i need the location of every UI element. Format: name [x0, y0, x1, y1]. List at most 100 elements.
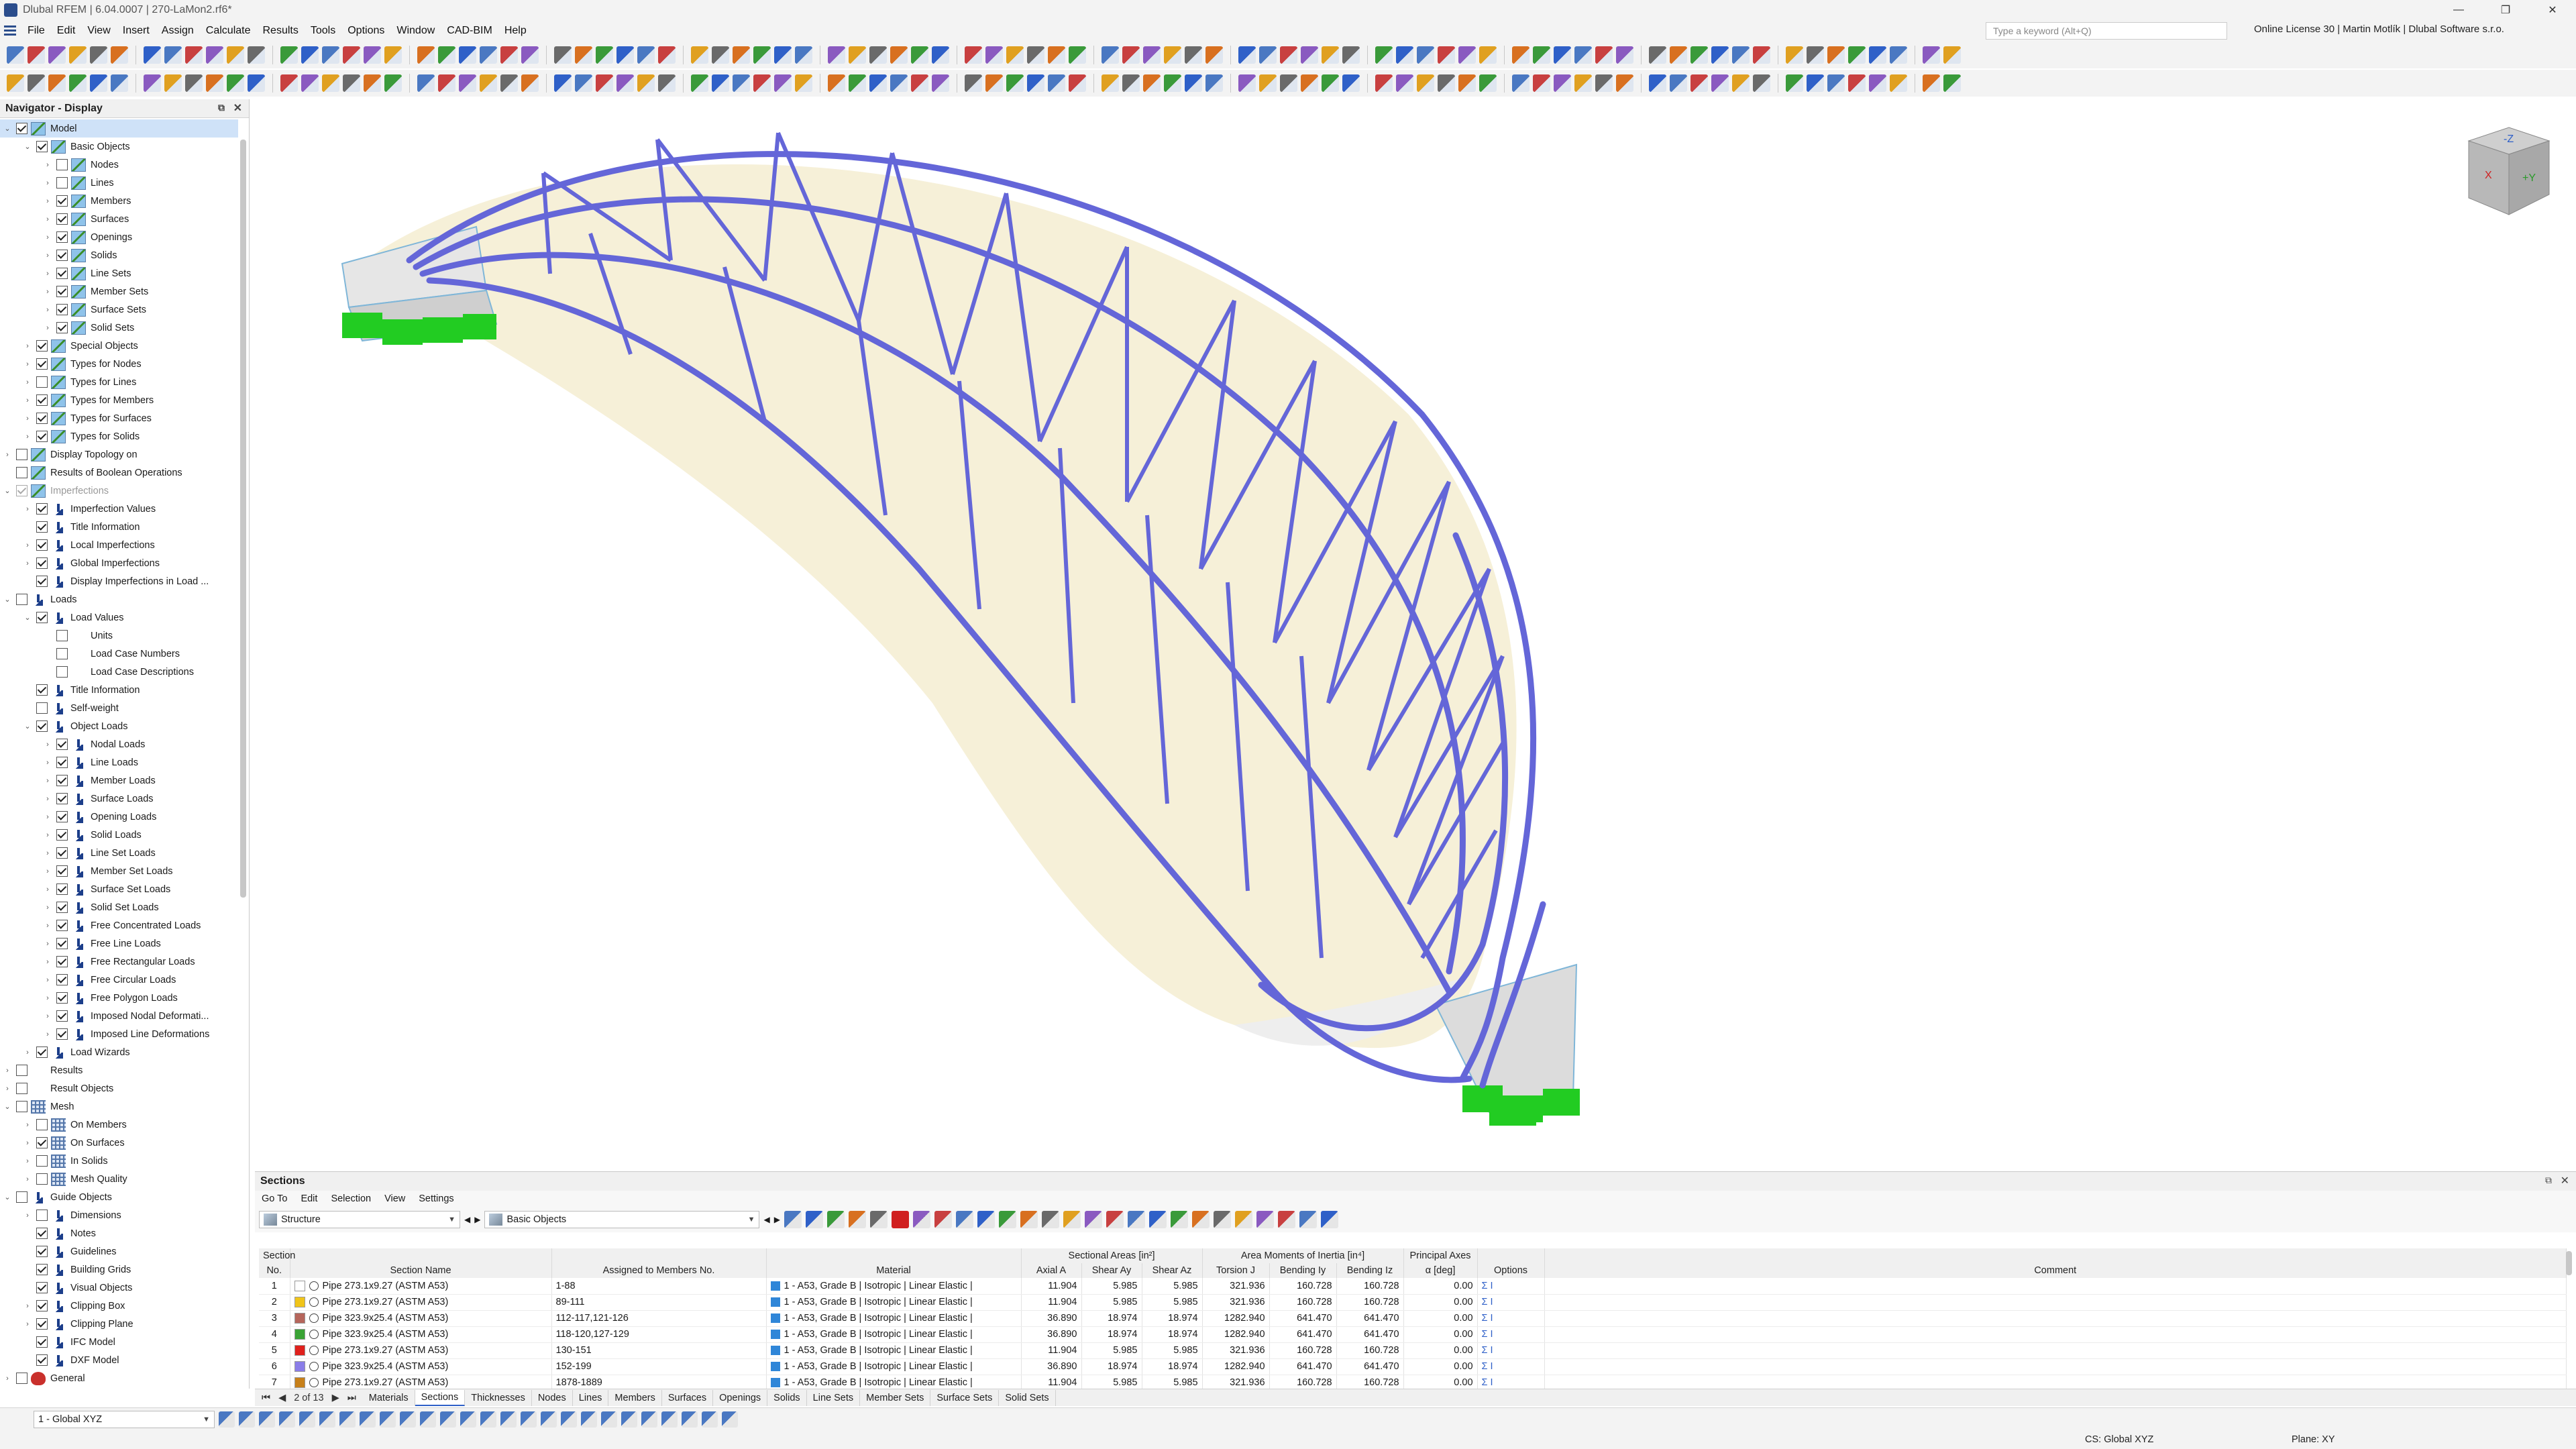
section-type-icon[interactable]: I — [1491, 1297, 1493, 1307]
toolbar-tool-icon[interactable] — [164, 74, 182, 92]
close-icon[interactable]: ✕ — [233, 101, 242, 115]
menu-assign[interactable]: Assign — [156, 25, 200, 37]
menu-edit[interactable]: Edit — [51, 25, 82, 37]
tree-item-free-line-loads[interactable]: ›Free Line Loads — [0, 934, 238, 953]
prev-object-icon[interactable]: ◀ — [763, 1215, 769, 1224]
delete-icon[interactable] — [892, 1211, 909, 1228]
visibility-checkbox[interactable] — [36, 539, 48, 551]
toolbar-tool-icon[interactable] — [438, 74, 455, 92]
toolbar-tool-icon[interactable] — [753, 46, 771, 64]
toolbar-tool-icon[interactable] — [1102, 74, 1119, 92]
tab-members[interactable]: Members — [608, 1390, 661, 1406]
table-tool-icon[interactable] — [1106, 1211, 1124, 1228]
toolbar-tool-icon[interactable] — [48, 46, 66, 64]
section-type-icon[interactable]: I — [1491, 1313, 1493, 1324]
toolbar-tool-icon[interactable] — [248, 74, 265, 92]
value-alpha[interactable]: 0.00 — [1403, 1358, 1477, 1375]
snap-tool-icon[interactable] — [722, 1411, 738, 1428]
snap-tool-icon[interactable] — [500, 1411, 517, 1428]
snap-tool-icon[interactable] — [480, 1411, 496, 1428]
tree-item-solid-set-loads[interactable]: ›Solid Set Loads — [0, 898, 238, 916]
section-name-cell[interactable]: Pipe 273.1x9.27 (ASTM A53) — [290, 1342, 551, 1358]
toolbar-tool-icon[interactable] — [869, 46, 887, 64]
sigma-icon[interactable]: Σ — [1482, 1377, 1488, 1388]
expand-icon[interactable]: › — [23, 1121, 32, 1129]
menu-file[interactable]: File — [21, 25, 51, 37]
tree-item-free-rectangular-loads[interactable]: ›Free Rectangular Loads — [0, 953, 238, 971]
expand-icon[interactable]: › — [43, 324, 52, 332]
toolbar-tool-icon[interactable] — [322, 74, 339, 92]
expand-icon[interactable]: › — [43, 813, 52, 821]
toolbar-tool-icon[interactable] — [1554, 74, 1571, 92]
toolbar-tool-icon[interactable] — [849, 46, 866, 64]
toolbar-tool-icon[interactable] — [521, 46, 539, 64]
toolbar-tool-icon[interactable] — [7, 46, 24, 64]
tree-item-dimensions[interactable]: ›Dimensions — [0, 1206, 238, 1224]
toolbar-tool-icon[interactable] — [301, 46, 319, 64]
value-j[interactable]: 1282.940 — [1202, 1310, 1269, 1326]
toolbar-tool-icon[interactable] — [795, 46, 812, 64]
snap-tool-icon[interactable] — [621, 1411, 637, 1428]
tree-item-basic-objects[interactable]: ⌄Basic Objects — [0, 138, 238, 156]
table-tool-icon[interactable] — [1020, 1211, 1038, 1228]
table-tool-icon[interactable] — [1278, 1211, 1295, 1228]
toolbar-tool-icon[interactable] — [637, 74, 655, 92]
expand-icon[interactable]: › — [43, 777, 52, 785]
tree-item-loads[interactable]: ⌄Loads — [0, 590, 238, 608]
tree-item-result-objects[interactable]: ›Result Objects — [0, 1079, 238, 1097]
expand-icon[interactable]: › — [43, 759, 52, 767]
visibility-checkbox[interactable] — [36, 1046, 48, 1058]
menu-window[interactable]: Window — [390, 25, 441, 37]
visibility-checkbox[interactable] — [56, 865, 68, 877]
visibility-checkbox[interactable] — [36, 576, 48, 587]
tree-item-special-objects[interactable]: ›Special Objects — [0, 337, 238, 355]
tree-item-member-loads[interactable]: ›Member Loads — [0, 771, 238, 790]
section-name-cell[interactable]: Pipe 273.1x9.27 (ASTM A53) — [290, 1294, 551, 1310]
tree-item-results-of-boolean-operations[interactable]: Results of Boolean Operations — [0, 464, 238, 482]
table-tool-icon[interactable] — [1042, 1211, 1059, 1228]
tab-surfaces[interactable]: Surfaces — [662, 1390, 713, 1406]
toolbar-tool-icon[interactable] — [1458, 74, 1476, 92]
expand-icon[interactable]: › — [43, 233, 52, 241]
value-iy[interactable]: 641.470 — [1269, 1358, 1336, 1375]
sigma-icon[interactable]: Σ — [1482, 1313, 1488, 1324]
value-j[interactable]: 1282.940 — [1202, 1326, 1269, 1342]
column-header[interactable]: Section Name — [290, 1263, 551, 1278]
visibility-checkbox[interactable] — [56, 974, 68, 985]
expand-icon[interactable]: › — [43, 867, 52, 875]
expand-icon[interactable]: › — [23, 396, 32, 405]
expand-icon[interactable]: › — [23, 1302, 32, 1310]
visibility-checkbox[interactable] — [16, 1101, 28, 1112]
visibility-checkbox[interactable] — [36, 1246, 48, 1257]
tree-item-on-surfaces[interactable]: ›On Surfaces — [0, 1134, 238, 1152]
toolbar-tool-icon[interactable] — [849, 74, 866, 92]
tree-item-title-information[interactable]: Title Information — [0, 681, 238, 699]
toolbar-tool-icon[interactable] — [1869, 46, 1886, 64]
value-az[interactable]: 18.974 — [1142, 1358, 1202, 1375]
toolbar-tool-icon[interactable] — [932, 46, 949, 64]
visibility-checkbox[interactable] — [36, 141, 48, 152]
value-j[interactable]: 321.936 — [1202, 1294, 1269, 1310]
structure-filter-select[interactable]: Structure ▼ — [259, 1211, 460, 1228]
tree-item-surface-sets[interactable]: ›Surface Sets — [0, 301, 238, 319]
toolbar-tool-icon[interactable] — [1122, 74, 1140, 92]
tree-item-solid-loads[interactable]: ›Solid Loads — [0, 826, 238, 844]
value-ay[interactable]: 5.985 — [1081, 1342, 1142, 1358]
tree-item-free-concentrated-loads[interactable]: ›Free Concentrated Loads — [0, 916, 238, 934]
tree-item-surfaces[interactable]: ›Surfaces — [0, 210, 238, 228]
snap-tool-icon[interactable] — [299, 1411, 315, 1428]
toolbar-tool-icon[interactable] — [691, 46, 708, 64]
material-cell[interactable]: 1 - A53, Grade B | Isotropic | Linear El… — [766, 1294, 1021, 1310]
snap-tool-icon[interactable] — [239, 1411, 255, 1428]
snap-tool-icon[interactable] — [561, 1411, 577, 1428]
table-row[interactable]: 4Pipe 323.9x25.4 (ASTM A53)118-120,127-1… — [259, 1326, 2567, 1342]
toolbar-tool-icon[interactable] — [1649, 74, 1666, 92]
tree-item-mesh[interactable]: ⌄Mesh — [0, 1097, 238, 1116]
visibility-checkbox[interactable] — [36, 394, 48, 406]
tab-nodes[interactable]: Nodes — [532, 1390, 573, 1406]
toolbar-tool-icon[interactable] — [1616, 46, 1633, 64]
sigma-icon[interactable]: Σ — [1482, 1361, 1488, 1372]
section-type-icon[interactable]: I — [1491, 1281, 1493, 1291]
table-tool-icon[interactable] — [913, 1211, 930, 1228]
tree-item-imperfection-values[interactable]: ›Imperfection Values — [0, 500, 238, 518]
